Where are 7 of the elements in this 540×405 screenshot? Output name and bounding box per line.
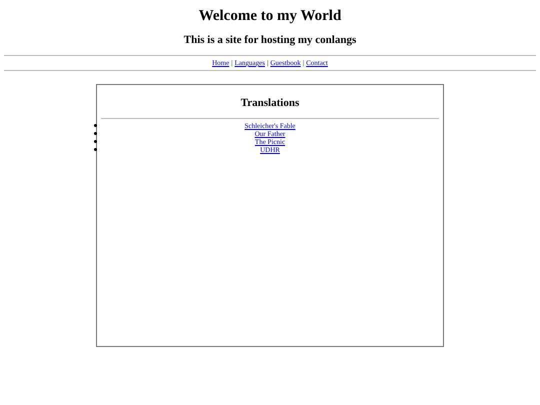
page-title: Welcome to my World	[198, 8, 342, 25]
bullet-icon	[94, 124, 97, 127]
panel-title: Translations	[240, 97, 300, 110]
page-subtitle: This is a site for hosting my conlangs	[184, 34, 356, 47]
bullet-icon	[94, 148, 97, 151]
bullet-icon	[94, 132, 97, 135]
bullet-icon	[94, 140, 97, 143]
